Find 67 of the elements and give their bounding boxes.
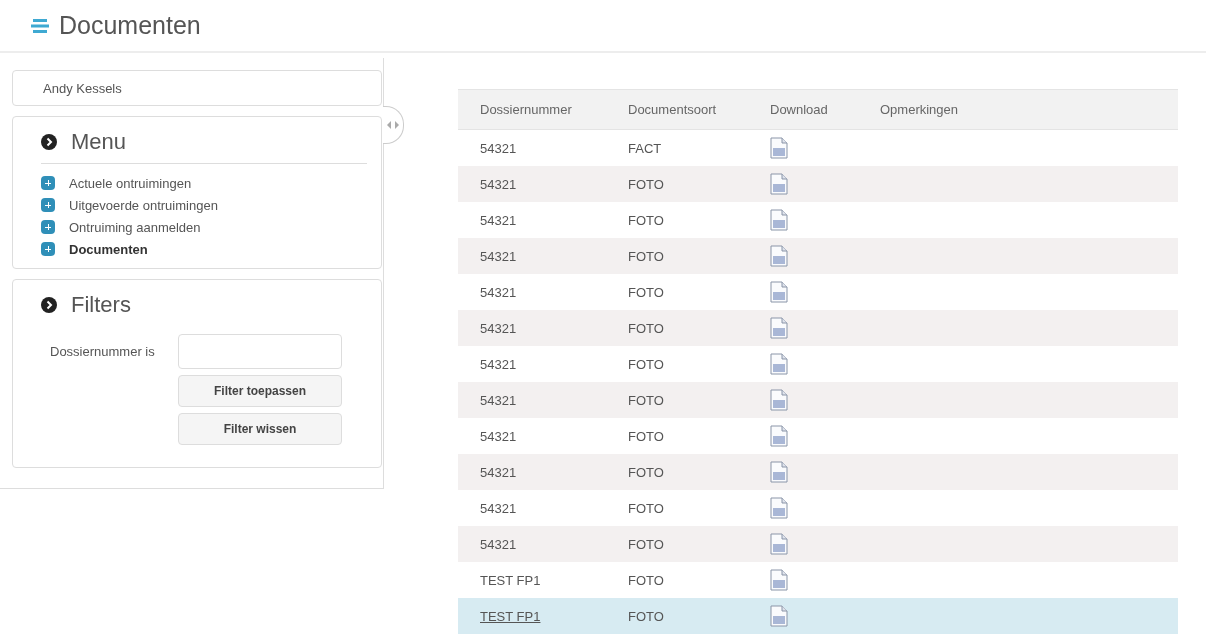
table-cell: FOTO <box>606 238 748 274</box>
table-cell: FOTO <box>606 310 748 346</box>
menu-item[interactable]: Ontruiming aanmelden <box>41 216 381 238</box>
column-header: Download <box>748 89 858 130</box>
panel-title: Filters <box>71 292 131 318</box>
document-icon[interactable] <box>770 245 788 267</box>
document-icon[interactable] <box>770 137 788 159</box>
menu-item[interactable]: Actuele ontruimingen <box>41 172 381 194</box>
table-cell: FOTO <box>606 490 748 526</box>
document-icon[interactable] <box>770 209 788 231</box>
document-icon[interactable] <box>770 353 788 375</box>
document-icon[interactable] <box>770 281 788 303</box>
table-cell: FOTO <box>606 166 748 202</box>
document-icon[interactable] <box>770 497 788 519</box>
table-cell: 54321 <box>458 454 606 490</box>
document-icon[interactable] <box>770 605 788 627</box>
table-cell: FACT <box>606 129 748 166</box>
table-cell: 54321 <box>458 166 606 202</box>
menu-icon[interactable] <box>31 17 49 34</box>
table-cell: FOTO <box>606 598 748 634</box>
document-icon[interactable] <box>770 173 788 195</box>
table-cell: FOTO <box>606 202 748 238</box>
table-cell: FOTO <box>606 562 748 598</box>
left-right-icon <box>387 121 399 129</box>
menu-item[interactable]: Uitgevoerde ontruimingen <box>41 194 381 216</box>
table-cell: 54321 <box>458 202 606 238</box>
table-cell: FOTO <box>606 526 748 562</box>
table-cell: 54321 <box>458 490 606 526</box>
plus-icon <box>41 220 55 234</box>
filter-button[interactable]: Filter toepassen <box>178 375 342 407</box>
menu-item[interactable]: Documenten <box>41 238 381 260</box>
chevron-circle-icon <box>41 134 57 150</box>
table-cell: 54321 <box>458 346 606 382</box>
plus-icon <box>41 198 55 212</box>
document-icon[interactable] <box>770 389 788 411</box>
table-cell: FOTO <box>606 454 748 490</box>
column-header: Dossiernummer <box>458 89 606 130</box>
document-icon[interactable] <box>770 569 788 591</box>
dossier-link[interactable]: TEST FP1 <box>480 608 541 624</box>
table-cell: FOTO <box>606 346 748 382</box>
panel-title: Menu <box>71 129 127 155</box>
table-cell: 54321 <box>458 526 606 562</box>
plus-icon <box>41 176 55 190</box>
document-icon[interactable] <box>770 461 788 483</box>
column-header: Opmerkingen <box>858 89 1178 130</box>
filter-button[interactable]: Filter wissen <box>178 413 342 445</box>
plus-icon <box>41 242 55 256</box>
document-icon[interactable] <box>770 317 788 339</box>
field-label: Dossiernummer is <box>50 344 156 359</box>
table-cell: TEST FP1 <box>458 562 606 598</box>
collapse-handle[interactable] <box>383 106 404 144</box>
table-cell: FOTO <box>606 274 748 310</box>
input-field[interactable] <box>178 334 342 369</box>
chevron-circle-icon <box>41 297 57 313</box>
column-header: Documentsoort <box>606 89 748 130</box>
user-name: Andy Kessels <box>12 70 382 106</box>
table-cell: 54321 <box>458 382 606 418</box>
document-icon[interactable] <box>770 533 788 555</box>
table-cell: 54321 <box>458 129 606 166</box>
table-cell: FOTO <box>606 382 748 418</box>
table-cell: FOTO <box>606 418 748 454</box>
document-icon[interactable] <box>770 425 788 447</box>
page-title: Documenten <box>59 11 201 40</box>
table-cell: 54321 <box>458 310 606 346</box>
table-cell: 54321 <box>458 238 606 274</box>
table-cell: 54321 <box>458 274 606 310</box>
table-cell: 54321 <box>458 418 606 454</box>
